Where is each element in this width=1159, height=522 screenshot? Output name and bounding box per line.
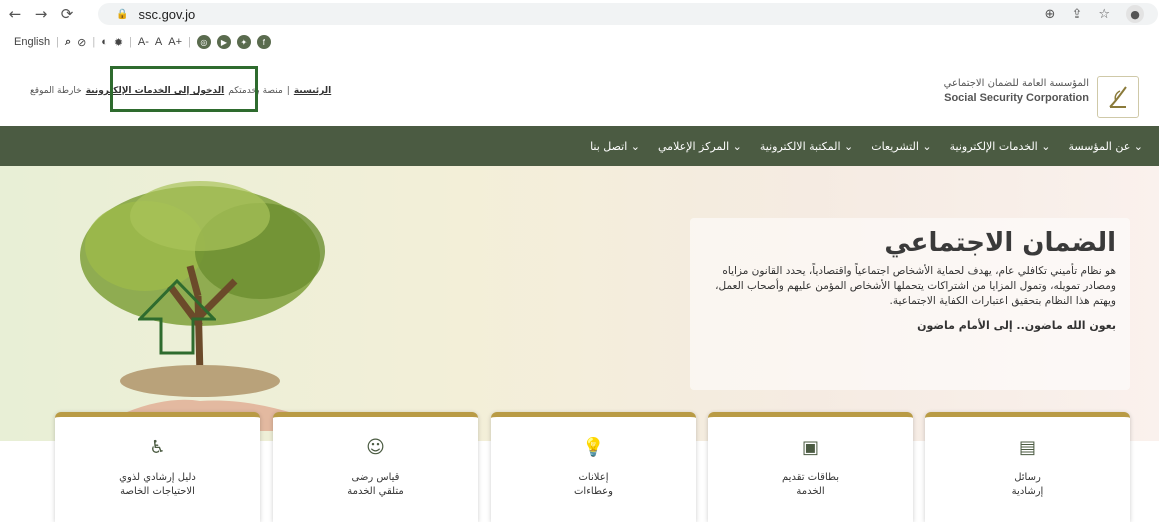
no-vision-icon[interactable]: ⊘ (77, 36, 86, 49)
message-icon: ▤ (1018, 437, 1036, 458)
main-nav: ⌄ عن المؤسسة ⌄ الخدمات الإلكترونية ⌄ الت… (0, 126, 1159, 166)
card-service-cards[interactable]: ▣ بطاقات تقديم الخدمة (708, 412, 913, 522)
sitemap-link[interactable]: خارطة الموقع (30, 86, 82, 96)
nav-item-eservices[interactable]: ⌄ الخدمات الإلكترونية (950, 140, 1051, 153)
hero-text-card: الضمان الاجتماعي هو نظام تأميني تكافلي ع… (690, 218, 1130, 390)
profile-icon[interactable]: ● (1126, 5, 1144, 23)
hero-tagline: بعون الله ماضون.. إلى الأمام ماضون (917, 319, 1116, 332)
nav-item-about[interactable]: ⌄ عن المؤسسة (1068, 140, 1143, 153)
card-guidance-messages[interactable]: ▤ رسائل إرشادية (925, 412, 1130, 522)
card-announcements[interactable]: 💡 إعلانات وعطاءات (491, 412, 696, 522)
link-separator: | (286, 86, 290, 96)
font-normal-button[interactable]: A (155, 36, 162, 48)
accessibility-icon: ♿ (149, 437, 166, 458)
url-text: ssc.gov.jo (138, 6, 196, 22)
card-satisfaction[interactable]: ☺ قياس رضى متلقي الخدمة (273, 412, 478, 522)
home-link[interactable]: الرئيسية (294, 86, 331, 96)
youtube-icon[interactable]: ▶ (216, 35, 231, 49)
twitter-icon[interactable]: ✦ (236, 35, 251, 49)
id-card-icon: ▣ (801, 437, 819, 458)
up-arrow-annotation (136, 278, 218, 355)
bookmark-star-icon[interactable]: ☆ (1098, 7, 1110, 22)
reload-icon[interactable]: ⟳ (56, 3, 78, 25)
org-name-english: Social Security Corporation (944, 92, 1089, 104)
font-decrease-button[interactable]: A- (138, 36, 149, 48)
smiley-icon: ☺ (366, 437, 385, 458)
share-icon[interactable]: ⇪ (1071, 7, 1082, 22)
card-special-needs-guide[interactable]: ♿ دليل إرشادي لذوي الاحتياجات الخاصة (55, 412, 260, 522)
language-link[interactable]: English (14, 36, 50, 48)
nav-item-legislation[interactable]: ⌄ التشريعات (871, 140, 931, 153)
org-name-arabic: المؤسسة العامة للضمان الاجتماعي (943, 78, 1089, 89)
nav-item-library[interactable]: ⌄ المكتبة الالكترونية (760, 140, 853, 153)
wheat-logo-icon (1109, 86, 1127, 108)
service-cards: ▤ رسائل إرشادية ▣ بطاقات تقديم الخدمة 💡 إع… (0, 412, 1159, 522)
contrast-icon[interactable]: ◐ (101, 36, 108, 48)
back-icon[interactable]: ← (4, 3, 26, 25)
ssc-logo[interactable] (1097, 76, 1139, 118)
forward-icon[interactable]: → (30, 3, 52, 25)
hero-description: هو نظام تأميني تكافلي عام، يهدف لحماية ا… (715, 265, 1116, 307)
zoom-icon[interactable]: ⊕ (1045, 7, 1056, 22)
facebook-icon[interactable]: f (256, 35, 271, 49)
address-bar[interactable]: 🔒 ssc.gov.jo ⊕ ⇪ ☆ ● (98, 3, 1158, 25)
browser-toolbar: ← → ⟳ 🔒 ssc.gov.jo ⊕ ⇪ ☆ ● (0, 0, 1159, 28)
accessibility-bar: English | ⌕ ⊘ | ◐ ✹ | A- A A+ | ◎ ▶ ✦ f (0, 28, 1159, 56)
nav-item-media[interactable]: ⌄ المركز الإعلامي (658, 140, 742, 153)
hero-banner: الضمان الاجتماعي هو نظام تأميني تكافلي ع… (0, 166, 1159, 441)
brightness-icon[interactable]: ✹ (114, 36, 123, 49)
font-increase-button[interactable]: A+ (168, 36, 182, 48)
search-icon[interactable]: ⌕ (65, 36, 71, 49)
hero-title: الضمان الاجتماعي (884, 228, 1116, 258)
instagram-icon[interactable]: ◎ (196, 35, 211, 49)
lightbulb-icon: 💡 (582, 437, 605, 458)
highlight-box (110, 66, 258, 112)
nav-item-contact[interactable]: ⌄ اتصل بنا (590, 140, 640, 153)
lock-icon: 🔒 (116, 8, 129, 20)
